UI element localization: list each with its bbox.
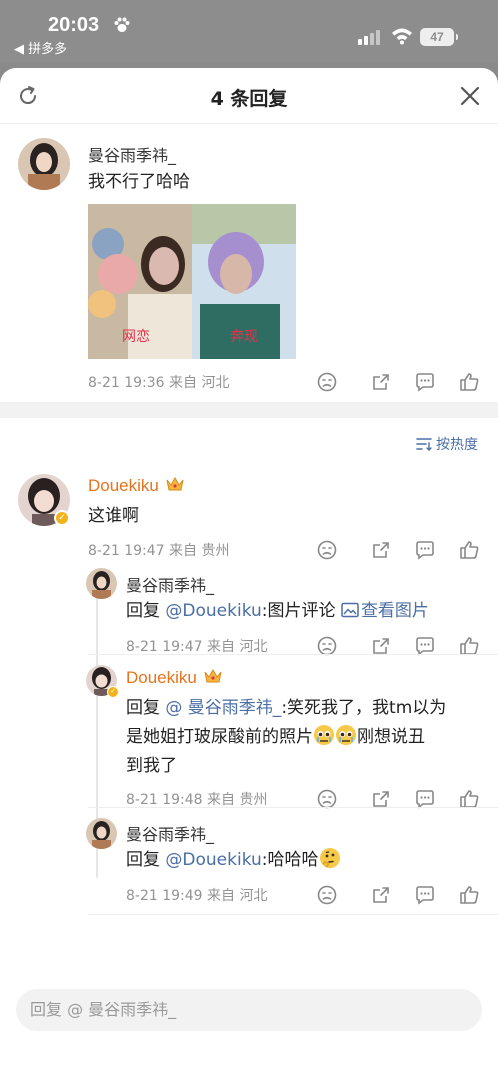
like-icon[interactable] <box>458 539 480 561</box>
comment-meta: 8-21 19:49 来自 河北 <box>126 888 268 904</box>
pleading-emoji-icon <box>313 724 335 746</box>
verified-badge: ✓ <box>107 686 119 698</box>
share-icon[interactable] <box>370 539 392 561</box>
reply-divider <box>88 807 498 808</box>
reply-text: 回复 @Douekiku:哈哈哈 <box>126 846 341 875</box>
comment-text: 我不行了哈哈 <box>88 172 190 192</box>
close-icon[interactable] <box>458 84 482 108</box>
comment-icon[interactable] <box>414 539 436 561</box>
verified-badge: ✓ <box>54 510 70 526</box>
reply-input-bar <box>16 989 482 1031</box>
paw-icon <box>113 16 131 39</box>
sort-toggle[interactable]: 按热度 <box>416 434 478 454</box>
avatar[interactable] <box>18 138 70 190</box>
thinking-emoji-icon <box>319 847 341 869</box>
avatar[interactable] <box>86 568 117 599</box>
comment-meta: 8-21 19:47 来自 贵州 <box>88 543 230 559</box>
comment-actions <box>316 539 480 561</box>
sort-icon <box>416 437 432 451</box>
dislike-icon[interactable] <box>316 539 338 561</box>
dislike-icon[interactable] <box>316 884 338 906</box>
like-icon[interactable] <box>458 371 480 393</box>
mention-link[interactable]: @Douekiku <box>165 850 261 870</box>
sort-label: 按热度 <box>436 437 478 453</box>
mention-link[interactable]: @ 曼谷雨季祎_ <box>165 698 281 718</box>
comment-image[interactable]: 网恋 奔现 <box>88 204 296 359</box>
commenter-name[interactable]: 曼谷雨季祎_ <box>126 821 214 845</box>
comment-text: 这谁啊 <box>88 506 139 526</box>
reply-text: 回复 @Douekiku:图片评论 查看图片 <box>126 601 429 621</box>
commenter-name[interactable]: 曼谷雨季祎_ <box>126 572 214 596</box>
commenter-name[interactable]: 曼谷雨季祎_ <box>88 142 176 166</box>
commenter-name[interactable]: Douekiku <box>88 476 185 496</box>
share-icon[interactable] <box>370 884 392 906</box>
dislike-icon[interactable] <box>316 371 338 393</box>
back-to-app-link[interactable]: ◀ 拼多多 <box>14 38 67 57</box>
comment-actions <box>316 371 480 393</box>
commenter-name[interactable]: Douekiku <box>126 668 223 688</box>
status-bar: 20:03 ◀ 拼多多 47 <box>0 0 498 62</box>
battery-indicator: 47 <box>420 28 458 46</box>
reply-divider <box>88 914 498 915</box>
sheet-header: 4 条回复 <box>0 68 498 124</box>
section-divider <box>0 402 498 418</box>
comment-meta: 8-21 19:48 来自 贵州 <box>126 792 268 808</box>
replies-sheet: 4 条回复 曼谷雨季祎_ 我不行了哈哈 网恋 奔现 8-21 19:36 来自 … <box>0 68 498 1080</box>
signal-icon <box>358 29 382 49</box>
reply-divider <box>88 654 498 655</box>
comment-meta: 8-21 19:47 来自 河北 <box>126 639 268 655</box>
avatar[interactable] <box>86 818 117 849</box>
reply-text: 回复 @ 曼谷雨季祎_:笑死我了，我tm以为 是她姐打玻尿酸前的照片 刚想说丑 到… <box>126 698 447 776</box>
wifi-icon <box>391 27 413 49</box>
pleading-emoji-icon <box>335 724 357 746</box>
comment-icon[interactable] <box>414 371 436 393</box>
image-label-left: 网恋 <box>122 329 150 345</box>
mention-link[interactable]: @Douekiku <box>165 601 261 621</box>
crown-icon <box>203 668 223 684</box>
crown-icon <box>165 476 185 492</box>
comment-icon[interactable] <box>414 884 436 906</box>
share-icon[interactable] <box>370 371 392 393</box>
like-icon[interactable] <box>458 884 480 906</box>
comment-actions <box>316 884 480 906</box>
reply-input[interactable] <box>30 1000 460 1019</box>
status-time: 20:03 <box>48 14 100 36</box>
comment-meta: 8-21 19:36 来自 河北 <box>88 375 230 391</box>
sheet-title: 4 条回复 <box>210 88 288 110</box>
view-image-link[interactable]: 查看图片 <box>341 601 429 621</box>
image-label-right: 奔现 <box>230 329 258 345</box>
image-icon <box>341 602 359 618</box>
